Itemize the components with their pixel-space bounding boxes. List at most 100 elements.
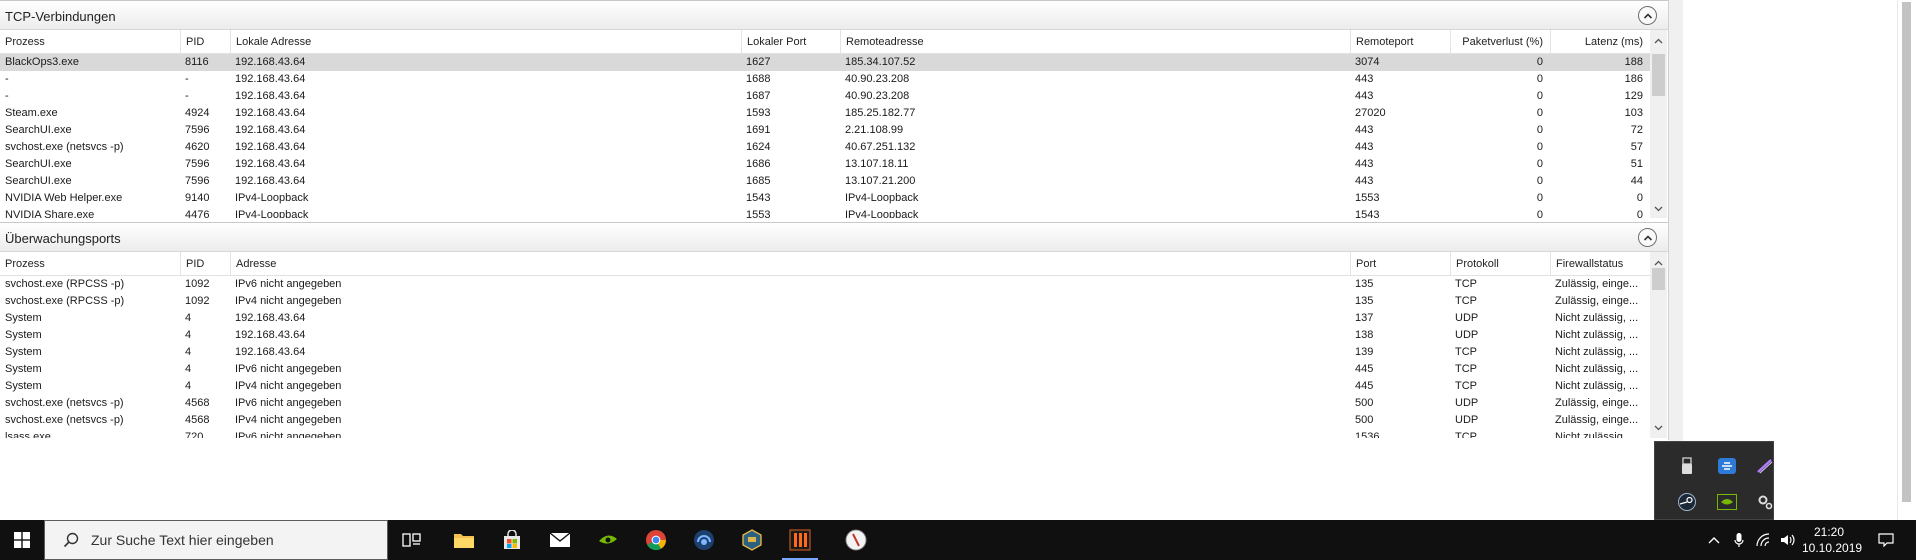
- table-row[interactable]: svchost.exe (netsvcs -p) 4620 192.168.43.6…: [0, 139, 1650, 156]
- microsoft-store-icon[interactable]: [488, 520, 536, 560]
- table-row[interactable]: NVIDIA Web Helper.exe 9140 IPv4-Loopback 15…: [0, 190, 1650, 207]
- nvidia-icon[interactable]: [1715, 490, 1739, 514]
- table-row[interactable]: svchost.exe (RPCSS -p) 1092 IPv4 nicht ang…: [0, 293, 1650, 310]
- start-button[interactable]: [0, 520, 44, 560]
- ports-scroll-thumb[interactable]: [1652, 268, 1665, 290]
- speaker-icon[interactable]: [1776, 520, 1800, 560]
- tcp-collapse-button[interactable]: [1638, 6, 1657, 25]
- table-cell: 2.21.108.99: [845, 124, 904, 136]
- table-cell: 40.90.23.208: [845, 90, 910, 102]
- task-view-icon[interactable]: [388, 520, 436, 560]
- page-scrollbar[interactable]: [1897, 0, 1916, 520]
- table-row[interactable]: svchost.exe (netsvcs -p) 4568 IPv6 nicht a…: [0, 395, 1650, 412]
- table-cell: 192.168.43.64: [235, 158, 306, 170]
- table-cell: 0: [1536, 141, 1543, 153]
- table-cell: 1685: [746, 175, 771, 187]
- table-cell: TCP: [1455, 278, 1477, 290]
- table-row[interactable]: System 4 192.168.43.64 137 UDP Nicht zulässig…: [0, 310, 1650, 327]
- gear-icon[interactable]: [1753, 490, 1777, 514]
- table-cell: 192.168.43.64: [235, 175, 306, 187]
- table-cell: 500: [1355, 414, 1374, 426]
- ports-scrollbar[interactable]: [1650, 252, 1667, 438]
- table-cell: 192.168.43.64: [235, 141, 306, 153]
- tcp-table-body: BlackOps3.exe 8116 192.168.43.64 1627 185.34…: [0, 54, 1650, 218]
- overwolf-icon[interactable]: [728, 520, 776, 560]
- table-cell: Nicht zulässig, ...: [1555, 329, 1639, 341]
- chrome-icon[interactable]: [632, 520, 680, 560]
- table-row[interactable]: SearchUI.exe 7596 192.168.43.64 1686 13.107.…: [0, 156, 1650, 173]
- usb-drive-icon[interactable]: [1675, 454, 1699, 478]
- ports-section-header[interactable]: Überwachungsports: [0, 222, 1668, 252]
- table-row[interactable]: SearchUI.exe 7596 192.168.43.64 1691 2.21.10…: [0, 122, 1650, 139]
- tcp-scroll-thumb[interactable]: [1652, 54, 1665, 96]
- table-row[interactable]: System 4 192.168.43.64 138 UDP Nicht zulässig…: [0, 327, 1650, 344]
- column-header[interactable]: Paketverlust (%): [1450, 30, 1550, 54]
- table-cell: Zulässig, einge...: [1555, 278, 1639, 290]
- table-cell: 1691: [746, 124, 771, 136]
- table-cell: 1593: [746, 107, 771, 119]
- table-cell: 129: [1624, 90, 1643, 102]
- app-icon[interactable]: [832, 520, 880, 560]
- black-ops-3-icon[interactable]: [776, 520, 824, 560]
- table-cell: 51: [1630, 158, 1643, 170]
- tcp-scrollbar[interactable]: [1650, 30, 1667, 218]
- microphone-icon[interactable]: [1728, 520, 1750, 560]
- table-cell: IPv6 nicht angegeben: [235, 278, 342, 290]
- table-cell: SearchUI.exe: [5, 124, 72, 136]
- pen-icon[interactable]: [1753, 454, 1777, 478]
- table-row[interactable]: Steam.exe 4924 192.168.43.64 1593 185.25.182…: [0, 105, 1650, 122]
- teamspeak-icon[interactable]: [680, 520, 728, 560]
- ports-collapse-button[interactable]: [1638, 228, 1657, 247]
- column-header[interactable]: Adresse: [230, 252, 1350, 276]
- table-cell: 4: [185, 380, 192, 392]
- chevron-up-icon[interactable]: [1700, 520, 1728, 560]
- table-cell: UDP: [1455, 312, 1479, 324]
- mail-icon[interactable]: [536, 520, 584, 560]
- column-header[interactable]: Port: [1350, 252, 1450, 276]
- xbox-app-icon[interactable]: [1715, 454, 1739, 478]
- table-cell: System: [5, 346, 42, 358]
- column-header[interactable]: Remoteadresse: [840, 30, 1350, 54]
- action-center-icon[interactable]: [1866, 520, 1906, 560]
- column-header[interactable]: Lokaler Port: [741, 30, 840, 54]
- table-row[interactable]: NVIDIA Share.exe 4476 IPv4-Loopback 1553 IPv…: [0, 207, 1650, 218]
- table-row[interactable]: System 4 IPv6 nicht angegeben 445 TCP Nicht z…: [0, 361, 1650, 378]
- column-header[interactable]: Firewallstatus: [1550, 252, 1650, 276]
- table-cell: 445: [1355, 363, 1374, 375]
- column-header[interactable]: PID: [180, 30, 230, 54]
- table-cell: Nicht zulässig, ...: [1555, 312, 1639, 324]
- table-row[interactable]: - - 192.168.43.64 1687 40.90.23.208 443 0 129: [0, 88, 1650, 105]
- table-row[interactable]: SearchUI.exe 7596 192.168.43.64 1685 13.107.…: [0, 173, 1650, 190]
- column-header[interactable]: Latenz (ms): [1550, 30, 1650, 54]
- column-header[interactable]: Prozess: [0, 30, 180, 54]
- column-header[interactable]: Lokale Adresse: [230, 30, 741, 54]
- column-header[interactable]: Protokoll: [1450, 252, 1550, 276]
- column-header[interactable]: Remoteport: [1350, 30, 1450, 54]
- table-row[interactable]: svchost.exe (RPCSS -p) 1092 IPv6 nicht ang…: [0, 276, 1650, 293]
- column-header[interactable]: Prozess: [0, 252, 180, 276]
- table-row[interactable]: svchost.exe (netsvcs -p) 4568 IPv4 nicht a…: [0, 412, 1650, 429]
- tcp-section-header[interactable]: TCP-Verbindungen: [0, 0, 1668, 30]
- table-row[interactable]: System 4 192.168.43.64 139 TCP Nicht zulässig…: [0, 344, 1650, 361]
- file-explorer-icon[interactable]: [440, 520, 488, 560]
- table-row[interactable]: - - 192.168.43.64 1688 40.90.23.208 443 0 186: [0, 71, 1650, 88]
- scroll-down-icon[interactable]: [1650, 200, 1667, 217]
- nvidia-geforce-icon[interactable]: [584, 520, 632, 560]
- table-row[interactable]: System 4 IPv4 nicht angegeben 445 TCP Nicht z…: [0, 378, 1650, 395]
- table-cell: 192.168.43.64: [235, 107, 306, 119]
- table-row[interactable]: BlackOps3.exe 8116 192.168.43.64 1627 185.34…: [0, 54, 1650, 71]
- taskbar-clock[interactable]: 21:20 10.10.2019: [1802, 524, 1862, 556]
- column-header[interactable]: PID: [180, 252, 230, 276]
- table-cell: 4: [185, 312, 192, 324]
- taskbar-search-box[interactable]: Zur Suche Text hier eingeben: [44, 520, 388, 560]
- table-cell: 443: [1355, 124, 1374, 136]
- wifi-icon[interactable]: [1752, 520, 1776, 560]
- steam-icon[interactable]: [1675, 490, 1699, 514]
- page-scroll-thumb[interactable]: [1902, 2, 1911, 502]
- scroll-down-icon[interactable]: [1650, 419, 1667, 436]
- table-row[interactable]: lsass.exe 720 IPv6 nicht angegeben 1536 TCP N…: [0, 429, 1650, 438]
- table-cell: 192.168.43.64: [235, 312, 306, 324]
- scroll-up-icon[interactable]: [1650, 32, 1667, 49]
- table-cell: System: [5, 312, 42, 324]
- table-cell: 1687: [746, 90, 771, 102]
